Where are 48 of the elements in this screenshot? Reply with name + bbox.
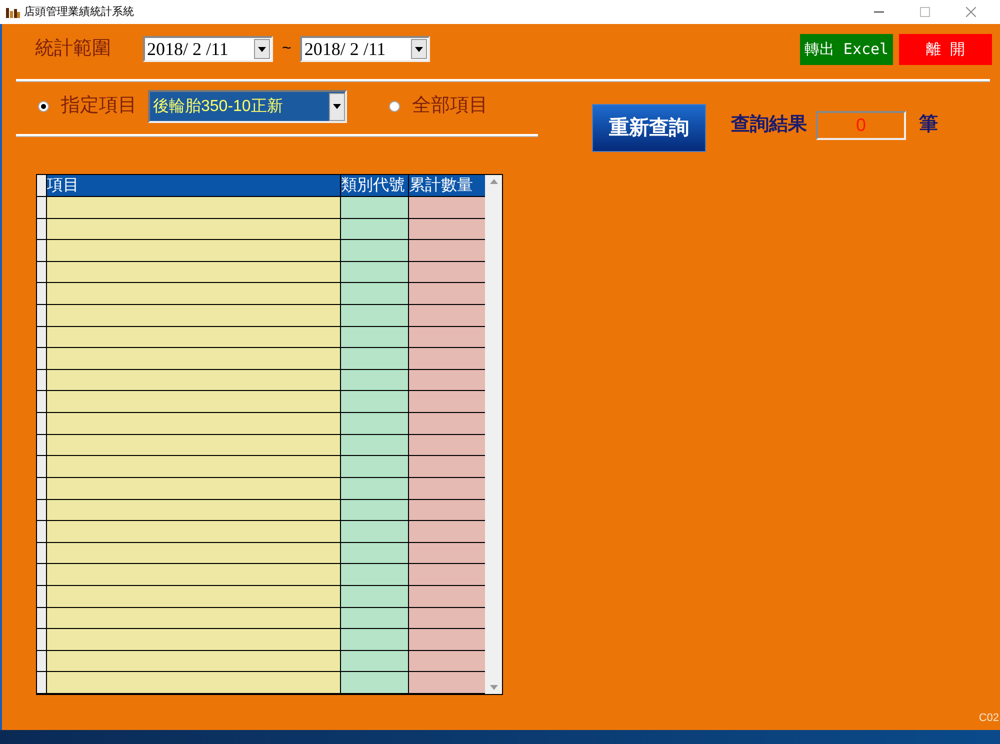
column-header: 類別代號 xyxy=(340,175,408,196)
column-header: 項目 xyxy=(47,175,340,196)
row-header[interactable] xyxy=(37,521,47,542)
row-header[interactable] xyxy=(37,608,47,628)
result-label: 查詢結果 xyxy=(731,112,807,138)
row-header[interactable] xyxy=(37,650,47,672)
screen-code: C02 xyxy=(978,710,999,726)
row-header[interactable] xyxy=(37,391,47,412)
row-header[interactable] xyxy=(37,283,47,304)
date-picker[interactable]: 2018/ 2 /11 xyxy=(300,36,430,62)
radio-button[interactable] xyxy=(389,101,400,112)
dropdown-icon[interactable] xyxy=(254,39,270,59)
item-select[interactable]: 後輪胎350-10正新 xyxy=(148,90,347,123)
app-icon xyxy=(6,6,20,18)
row-header[interactable] xyxy=(37,500,47,520)
row-header[interactable] xyxy=(37,672,47,694)
row-header[interactable] xyxy=(37,197,47,218)
row-header[interactable] xyxy=(37,348,47,369)
row-header[interactable] xyxy=(37,218,47,240)
dropdown-icon[interactable] xyxy=(329,92,345,120)
close-icon[interactable] xyxy=(966,7,976,17)
result-unit: 筆 xyxy=(919,113,938,138)
result-count: 0 xyxy=(816,111,906,140)
row-header[interactable] xyxy=(37,305,47,326)
dropdown-icon[interactable] xyxy=(411,39,428,59)
row-header[interactable] xyxy=(37,629,47,650)
row-header[interactable] xyxy=(37,456,47,477)
row-header[interactable] xyxy=(37,586,47,607)
column-header: 累計數量 xyxy=(408,175,485,196)
option-label: 指定項目 xyxy=(61,94,137,118)
row-header[interactable] xyxy=(37,262,47,282)
exit-button[interactable]: 離 開 xyxy=(899,34,992,64)
range-separator: ~ xyxy=(282,39,292,59)
row-header[interactable] xyxy=(37,542,47,564)
range-label: 統計範圍 xyxy=(35,36,111,61)
requery-button[interactable]: 重新查詢 xyxy=(592,104,706,152)
row-header[interactable] xyxy=(37,240,47,261)
export-excel-button[interactable]: 轉出 Excel xyxy=(800,34,893,64)
row-header[interactable] xyxy=(37,478,47,499)
option-label: 全部項目 xyxy=(412,94,488,118)
radio-button[interactable] xyxy=(38,101,49,112)
row-header[interactable] xyxy=(37,434,47,456)
window-title: 店頭管理業績統計系統 xyxy=(24,4,134,20)
row-header[interactable] xyxy=(37,326,47,348)
row-header[interactable] xyxy=(37,564,47,585)
row-header[interactable] xyxy=(37,413,47,434)
date-picker[interactable]: 2018/ 2 /11 xyxy=(143,36,273,62)
row-header[interactable] xyxy=(37,370,47,390)
